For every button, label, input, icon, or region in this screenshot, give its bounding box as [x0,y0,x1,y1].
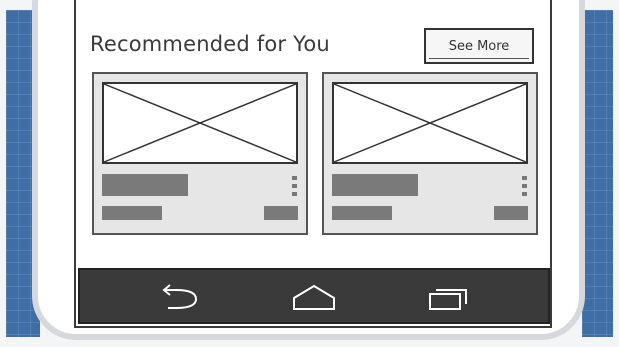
more-options-icon[interactable] [522,176,528,196]
android-navigation-bar [78,268,550,324]
card-title-placeholder [332,174,418,196]
card-subtitle-placeholder [332,206,392,220]
image-placeholder [102,82,298,164]
recommendation-card[interactable] [92,72,308,235]
card-meta-placeholder [264,206,298,220]
back-icon[interactable] [156,282,208,312]
image-placeholder [332,82,528,164]
recommendation-card[interactable] [322,72,538,235]
home-icon[interactable] [288,282,340,312]
section-title: Recommended for You [90,32,330,56]
recent-apps-icon[interactable] [424,282,476,312]
card-title-placeholder [102,174,188,196]
card-meta-placeholder [494,206,528,220]
more-options-icon[interactable] [292,176,298,196]
see-more-button[interactable]: See More [424,28,534,64]
card-subtitle-placeholder [102,206,162,220]
blueprint-background-right [582,10,613,337]
